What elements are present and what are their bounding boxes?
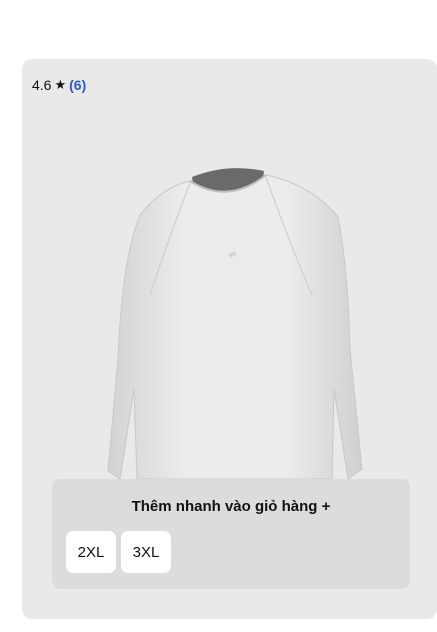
review-count[interactable]: (6) [69,77,86,93]
rating-value: 4.6 [32,77,52,93]
product-card[interactable]: 4.6 ★ (6) Thêm nhanh vào giỏ hàng + 2XL … [22,59,437,619]
quick-add-title[interactable]: Thêm nhanh vào giỏ hàng + [52,498,410,515]
size-button-3xl[interactable]: 3XL [121,531,171,573]
star-icon: ★ [54,77,67,92]
rating: 4.6 ★ (6) [32,77,86,93]
size-list: 2XL 3XL [66,531,171,573]
size-button-2xl[interactable]: 2XL [66,531,116,573]
quick-add-panel: Thêm nhanh vào giỏ hàng + 2XL 3XL [52,479,410,589]
